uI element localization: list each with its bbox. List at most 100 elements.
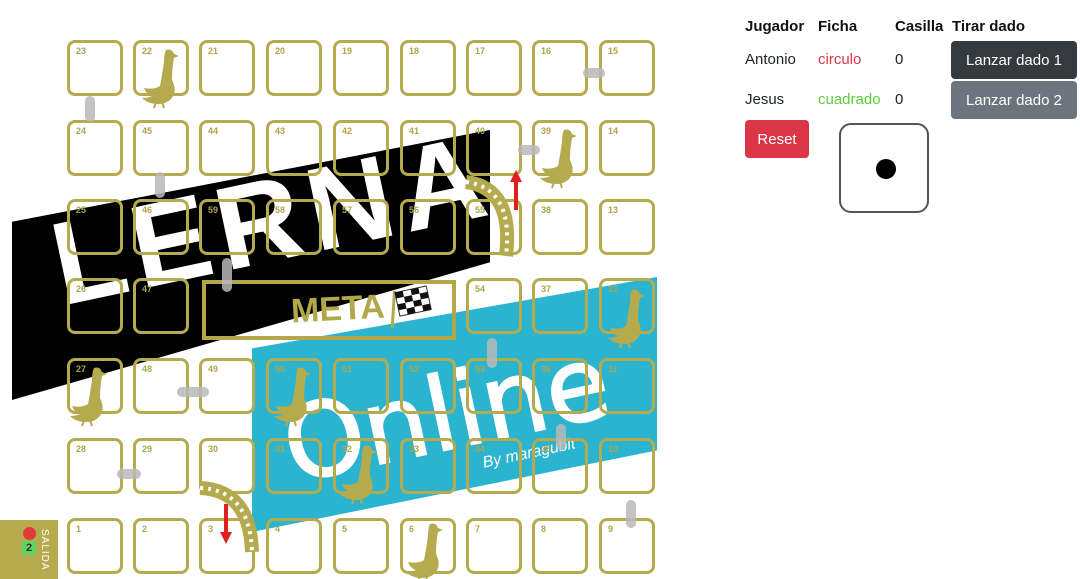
board-cell: 49	[199, 358, 255, 414]
goose-icon	[606, 286, 646, 350]
cell-number: 38	[541, 205, 552, 215]
board-cell: 44	[199, 120, 255, 176]
cell-number: 13	[608, 205, 619, 215]
cell-number: 51	[342, 364, 353, 374]
board-cell: 8	[532, 518, 588, 574]
cell-number: 36	[541, 364, 552, 374]
board-cell: 36	[532, 358, 588, 414]
header-roll: Tirar dado	[952, 18, 1026, 35]
cell-number: 15	[608, 46, 619, 56]
board-cell: 19	[333, 40, 389, 96]
board-cell: 43	[266, 120, 322, 176]
cell-number: 25	[76, 205, 87, 215]
board-cell: 18	[400, 40, 456, 96]
cell-number: 17	[475, 46, 486, 56]
player2-token-name: cuadrado	[818, 91, 881, 108]
board-cell: 17	[466, 40, 522, 96]
board-cell: 26	[67, 278, 123, 334]
board-cell: 20	[266, 40, 322, 96]
cell-number: 18	[409, 46, 420, 56]
board-cell: 2	[133, 518, 189, 574]
player1-name: Antonio	[745, 51, 796, 68]
header-player: Jugador	[745, 18, 805, 35]
cell-number: 4	[275, 524, 281, 534]
board-cell: 21	[199, 40, 255, 96]
board-cell: 48	[133, 358, 189, 414]
cell-number: 48	[142, 364, 153, 374]
cell-number: 33	[409, 444, 420, 454]
cell-number: 49	[208, 364, 219, 374]
board-cell: 40	[466, 120, 522, 176]
board-cell: 51	[333, 358, 389, 414]
cell-number: 26	[76, 284, 87, 294]
cell-number: 29	[142, 444, 153, 454]
board-cell: 25	[67, 199, 123, 255]
header-square: Casilla	[895, 18, 944, 35]
player2-name: Jesus	[745, 91, 785, 108]
down-arrow-icon	[220, 504, 232, 544]
board-cell: 10	[599, 438, 655, 494]
cell-number: 24	[76, 126, 87, 136]
cell-number: 28	[76, 444, 87, 454]
cell-number: 40	[475, 126, 486, 136]
cell-number: 1	[76, 524, 82, 534]
game-board: LERNA META Online By maragubit 23 22 21 20 1…	[0, 0, 740, 579]
board-cell: 28	[67, 438, 123, 494]
cell-number: 45	[142, 126, 153, 136]
board-cell: 11	[599, 358, 655, 414]
board-cell: 38	[532, 199, 588, 255]
cell-number: 23	[76, 46, 87, 56]
connector-pill	[177, 387, 209, 397]
goose-icon	[404, 520, 444, 579]
board-cell: 1	[67, 518, 123, 574]
player1-token-name: circulo	[818, 51, 862, 68]
board-cell: 47	[133, 278, 189, 334]
goose-icon	[338, 442, 378, 506]
cell-number: 35	[541, 444, 552, 454]
cell-number: 8	[541, 524, 547, 534]
board-cell: 33	[400, 438, 456, 494]
board-cell: 23	[67, 40, 123, 96]
board-cell: 15	[599, 40, 655, 96]
connector-pill	[155, 172, 165, 198]
connector-pill	[556, 424, 566, 450]
cell-number: 56	[409, 205, 420, 215]
connector-pill	[626, 500, 636, 528]
cell-number: 19	[342, 46, 353, 56]
cell-number: 16	[541, 46, 552, 56]
cell-number: 57	[342, 205, 353, 215]
cell-number: 58	[275, 205, 286, 215]
cell-number: 43	[275, 126, 286, 136]
header-token: Ficha	[818, 18, 858, 35]
goose-icon	[272, 364, 312, 428]
cell-number: 42	[342, 126, 353, 136]
board-cell: 34	[466, 438, 522, 494]
board-cell: 57	[333, 199, 389, 255]
cell-number: 30	[208, 444, 219, 454]
cell-number: 31	[275, 444, 286, 454]
board-cell: 7	[466, 518, 522, 574]
board-cell: 52	[400, 358, 456, 414]
cell-number: 34	[475, 444, 486, 454]
board-cell: 31	[266, 438, 322, 494]
cell-number: 14	[608, 126, 619, 136]
cell-number: 10	[608, 444, 619, 454]
player1-square: 0	[895, 51, 904, 68]
roll-dice-2-button[interactable]: Lanzar dado 2	[951, 81, 1077, 119]
up-arrow-icon	[510, 170, 522, 210]
reset-button[interactable]: Reset	[745, 120, 809, 158]
board-cell: 13	[599, 199, 655, 255]
cell-number: 21	[208, 46, 219, 56]
connector-pill	[117, 469, 141, 479]
board-cell: 16	[532, 40, 588, 96]
player2-token: 2	[22, 541, 36, 555]
cell-number: 52	[409, 364, 420, 374]
connector-pill	[518, 145, 540, 155]
dice-pip	[876, 159, 896, 179]
cell-number: 46	[142, 205, 153, 215]
dice	[839, 123, 929, 213]
roll-dice-1-button[interactable]: Lanzar dado 1	[951, 41, 1077, 79]
board-cell: 5	[333, 518, 389, 574]
board-cell: 45	[133, 120, 189, 176]
board-cell: 59	[199, 199, 255, 255]
